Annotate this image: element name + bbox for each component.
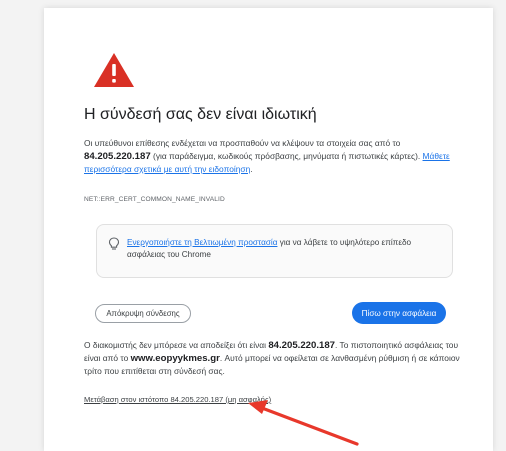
details-paragraph: Ο διακομιστής δεν μπόρεσε να αποδείξει ό… [84,339,464,378]
learn-more-end: . [250,164,253,174]
proceed-unsafe-link[interactable]: Μετάβαση στον ιστότοπο 84.205.220.187 (μ… [84,395,271,404]
enhanced-protection-promo: Ενεργοποιήστε τη Βελτιωμένη προστασία γι… [96,224,453,278]
error-code: NET::ERR_CERT_COMMON_NAME_INVALID [84,196,225,203]
intro-host: 84.205.220.187 [84,151,151,162]
screenshot-stage: Η σύνδεσή σας δεν είναι ιδιωτική Οι υπεύ… [0,0,506,451]
warning-triangle-icon [94,53,134,87]
details-host: 84.205.220.187 [268,340,336,351]
page-title: Η σύνδεσή σας δεν είναι ιδιωτική [84,106,317,123]
intro-prefix: Οι υπεύθυνοι επίθεσης ενδέχεται να προσπ… [84,138,401,148]
certificate-domain: www.eopyykmes.gr [130,353,220,364]
intro-paragraph: Οι υπεύθυνοι επίθεσης ενδέχεται να προσπ… [84,137,464,176]
interstitial-page: Η σύνδεσή σας δεν είναι ιδιωτική Οι υπεύ… [44,8,493,451]
promo-text: Ενεργοποιήστε τη Βελτιωμένη προστασία γι… [127,237,437,261]
lightbulb-icon [108,237,120,250]
details-prefix: Ο διακομιστής δεν μπόρεσε να αποδείξει ό… [84,340,266,350]
back-to-safety-button[interactable]: Πίσω στην ασφάλεια [352,302,446,324]
intro-suffix: (για παράδειγμα, κωδικούς πρόσβασης, μην… [153,151,421,161]
hide-details-button[interactable]: Απόκρυψη σύνδεσης [95,304,191,323]
enhanced-protection-link[interactable]: Ενεργοποιήστε τη Βελτιωμένη προστασία [127,238,277,247]
